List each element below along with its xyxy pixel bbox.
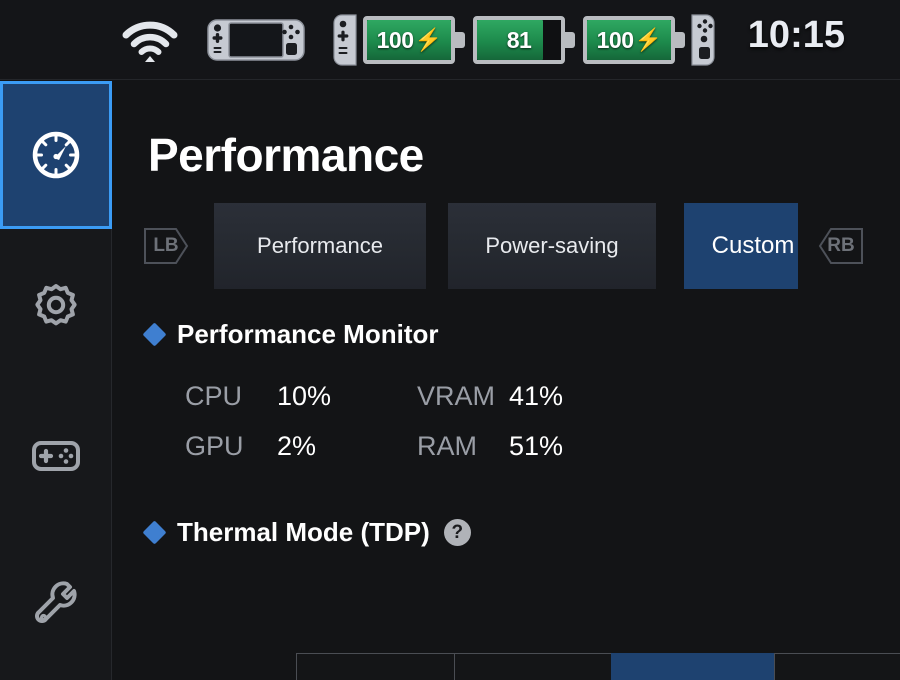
metric-value: 10%	[277, 380, 332, 411]
battery-indicators: 100 ⚡ 81 100 ⚡	[333, 12, 715, 68]
charging-bolt-icon: ⚡	[634, 27, 662, 52]
page-title: Performance	[148, 129, 424, 181]
main-content: Performance LB Performance Power-saving …	[113, 81, 900, 680]
tab-label: Power-saving	[485, 233, 619, 258]
lb-bumper-hint: LB	[143, 227, 189, 265]
sidebar-item-controller[interactable]	[0, 381, 112, 529]
clock: 10:15	[747, 14, 845, 56]
performance-monitor-metrics: CPU 10% VRAM 41% GPU 2% RAM 51%	[185, 371, 655, 471]
battery-indicator: 100 ⚡	[583, 16, 685, 64]
status-bar: 100 ⚡ 81 100 ⚡ 10:15	[0, 0, 900, 80]
metric-key: CPU	[185, 380, 243, 411]
profile-tabs: LB Performance Power-saving Custom RB	[113, 203, 900, 289]
section-title: Thermal Mode (TDP)	[177, 517, 430, 547]
rb-bumper-hint: RB	[818, 227, 864, 265]
diamond-bullet-icon	[142, 520, 167, 545]
metric-row: CPU 10% VRAM 41%	[185, 371, 655, 421]
gamepad-icon	[32, 441, 80, 471]
metric-key: GPU	[185, 430, 244, 461]
tab-label: Performance	[257, 233, 383, 258]
lb-label: LB	[153, 235, 179, 256]
rb-label: RB	[827, 235, 855, 256]
tab-power-saving[interactable]: Power-saving	[448, 203, 656, 289]
right-joycon-icon	[689, 14, 715, 66]
performance-monitor-header: Performance Monitor	[142, 319, 439, 350]
handheld-device-icon	[206, 16, 306, 64]
left-joycon-icon	[333, 14, 359, 66]
diamond-bullet-icon	[142, 322, 167, 347]
tab-performance[interactable]: Performance	[214, 203, 426, 289]
wifi-icon	[119, 16, 181, 64]
sidebar	[0, 81, 112, 680]
handheld-settings-screen: 100 ⚡ 81 100 ⚡ 10:15 Performance LB Perf…	[0, 0, 900, 680]
battery-level-label: 81	[506, 26, 532, 53]
tab-custom[interactable]: Custom	[684, 203, 798, 289]
metric-row: GPU 2% RAM 51%	[185, 421, 655, 471]
speedometer-icon	[32, 131, 80, 179]
charging-bolt-icon: ⚡	[414, 27, 442, 52]
sidebar-item-settings[interactable]	[0, 231, 112, 379]
thermal-option-balance[interactable]: Balance	[454, 653, 611, 680]
wrench-icon	[35, 581, 77, 623]
section-title: Performance Monitor	[177, 319, 439, 349]
sidebar-item-performance[interactable]	[0, 81, 112, 229]
battery-level-label: 100	[376, 26, 414, 53]
help-icon[interactable]: ?	[443, 519, 471, 546]
tab-label: Custom	[711, 232, 795, 259]
battery-indicator: 81	[473, 16, 575, 64]
metric-value: 2%	[277, 430, 317, 461]
metric-value: 51%	[509, 430, 564, 461]
thermal-mode-options: Quiet Balance Performance Custom	[296, 653, 900, 680]
battery-level-label: 100	[596, 26, 634, 53]
gear-icon	[35, 284, 77, 326]
metric-key: RAM	[417, 430, 477, 461]
thermal-mode-header: Thermal Mode (TDP) ?	[142, 517, 471, 548]
metric-value: 41%	[509, 380, 564, 411]
sidebar-item-tools[interactable]	[0, 531, 112, 679]
thermal-option-quiet[interactable]: Quiet	[296, 653, 454, 680]
battery-indicator: 100 ⚡	[363, 16, 465, 64]
thermal-option-custom[interactable]: Custom	[774, 653, 900, 680]
thermal-option-performance[interactable]: Performance	[611, 653, 774, 680]
metric-key: VRAM	[417, 380, 496, 411]
